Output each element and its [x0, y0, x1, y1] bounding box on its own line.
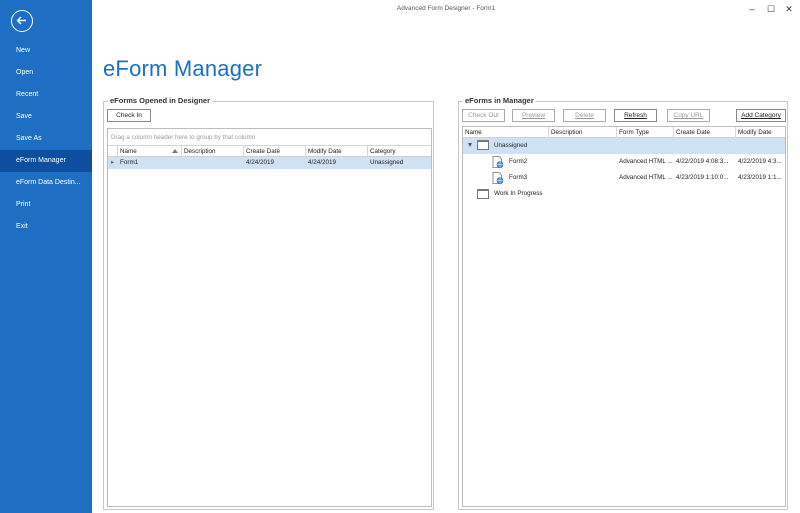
tree-node-label: Unassigned [494, 142, 528, 149]
title-bar: Advanced Form Designer - Form1 – ☐ ✕ [92, 0, 800, 18]
manager-grid-header: Name Description Form Type Create Date M… [463, 127, 785, 138]
column-header-modify-date[interactable]: Modify Date [306, 146, 368, 157]
copy-url-button[interactable]: Copy URL [667, 109, 710, 122]
sidebar-item-eform-manager[interactable]: eForm Manager [0, 150, 92, 172]
column-header-name[interactable]: Name [118, 146, 182, 157]
row-indicator-header [108, 146, 118, 157]
sidebar-item-eform-data-destinations[interactable]: eForm Data Destin... [0, 172, 92, 194]
group-by-panel[interactable]: Drag a column header here to group by th… [108, 129, 431, 146]
tree-node-form3[interactable]: Form3 Advanced HTML ... 4/23/2019 1:10:0… [463, 170, 785, 186]
tree-node-unassigned[interactable]: Unassigned [463, 138, 785, 154]
delete-button[interactable]: Delete [563, 109, 606, 122]
designer-caption: eForms Opened in Designer [108, 96, 213, 105]
close-button[interactable]: ✕ [782, 2, 796, 16]
table-row[interactable]: ▸ Form1 4/24/2019 4/24/2019 Unassigned [108, 157, 431, 169]
sidebar: New Open Recent Save Save As eForm Manag… [0, 0, 92, 513]
add-category-button[interactable]: Add Category [736, 109, 786, 122]
tree-node-label: Form2 [509, 158, 528, 165]
cell-create-date: 4/23/2019 1:10:0... [676, 174, 729, 181]
cell-create-date: 4/24/2019 [246, 159, 275, 166]
cell-form-type: Advanced HTML ... [619, 158, 673, 165]
column-header-create-date[interactable]: Create Date [674, 127, 736, 138]
sidebar-item-exit[interactable]: Exit [0, 216, 92, 238]
back-arrow-icon[interactable] [11, 10, 33, 32]
sidebar-item-recent[interactable]: Recent [0, 84, 92, 106]
cell-name: Form1 [120, 159, 139, 166]
cell-description [182, 157, 244, 169]
cell-modify-date: 4/22/2019 4:3... [738, 158, 782, 165]
tree-node-form2[interactable]: Form2 Advanced HTML ... 4/22/2019 4:08:3… [463, 154, 785, 170]
column-header-description[interactable]: Description [182, 146, 244, 157]
collapse-icon[interactable] [468, 143, 472, 147]
folder-icon [477, 140, 489, 150]
cell-form-type: Advanced HTML ... [619, 174, 673, 181]
column-header-description[interactable]: Description [549, 127, 617, 138]
web-form-icon [492, 156, 504, 168]
maximize-button[interactable]: ☐ [764, 2, 778, 16]
sidebar-item-save[interactable]: Save [0, 106, 92, 128]
sort-ascending-icon [172, 149, 178, 153]
minimize-button[interactable]: – [745, 2, 759, 16]
manager-caption: eForms in Manager [463, 96, 536, 105]
column-header-modify-date[interactable]: Modify Date [736, 127, 787, 138]
tree-node-work-in-progress[interactable]: Work In Progress [463, 186, 785, 202]
check-in-button[interactable]: Check In [107, 109, 151, 122]
column-header-name[interactable]: Name [463, 127, 549, 138]
sidebar-nav: New Open Recent Save Save As eForm Manag… [0, 40, 92, 238]
column-header-category[interactable]: Category [368, 146, 433, 157]
tree-node-label: Form3 [509, 174, 528, 181]
sidebar-item-save-as[interactable]: Save As [0, 128, 92, 150]
tree-node-label: Work In Progress [494, 190, 543, 197]
window-title: Advanced Form Designer - Form1 [396, 5, 496, 12]
manager-tree-grid: Name Description Form Type Create Date M… [462, 126, 786, 507]
row-pointer-icon: ▸ [111, 159, 115, 166]
manager-groupbox: eForms in Manager Check Out Preview Dele… [458, 96, 788, 510]
preview-button[interactable]: Preview [512, 109, 555, 122]
refresh-button[interactable]: Refresh [614, 109, 657, 122]
sidebar-item-print[interactable]: Print [0, 194, 92, 216]
designer-grid: Drag a column header here to group by th… [107, 128, 432, 507]
sidebar-item-new[interactable]: New [0, 40, 92, 62]
column-header-form-type[interactable]: Form Type [617, 127, 674, 138]
designer-grid-header: Name Description Create Date Modify Date… [108, 146, 431, 157]
cell-modify-date: 4/23/2019 1:1... [738, 174, 782, 181]
web-form-icon [492, 172, 504, 184]
column-header-create-date[interactable]: Create Date [244, 146, 306, 157]
cell-create-date: 4/22/2019 4:08:3... [676, 158, 729, 165]
cell-category: Unassigned [370, 159, 404, 166]
page-title: eForm Manager [103, 56, 263, 81]
folder-icon [477, 189, 489, 199]
designer-groupbox: eForms Opened in Designer Check In Drag … [103, 96, 434, 510]
sidebar-item-open[interactable]: Open [0, 62, 92, 84]
cell-modify-date: 4/24/2019 [308, 159, 337, 166]
check-out-button[interactable]: Check Out [462, 109, 505, 122]
